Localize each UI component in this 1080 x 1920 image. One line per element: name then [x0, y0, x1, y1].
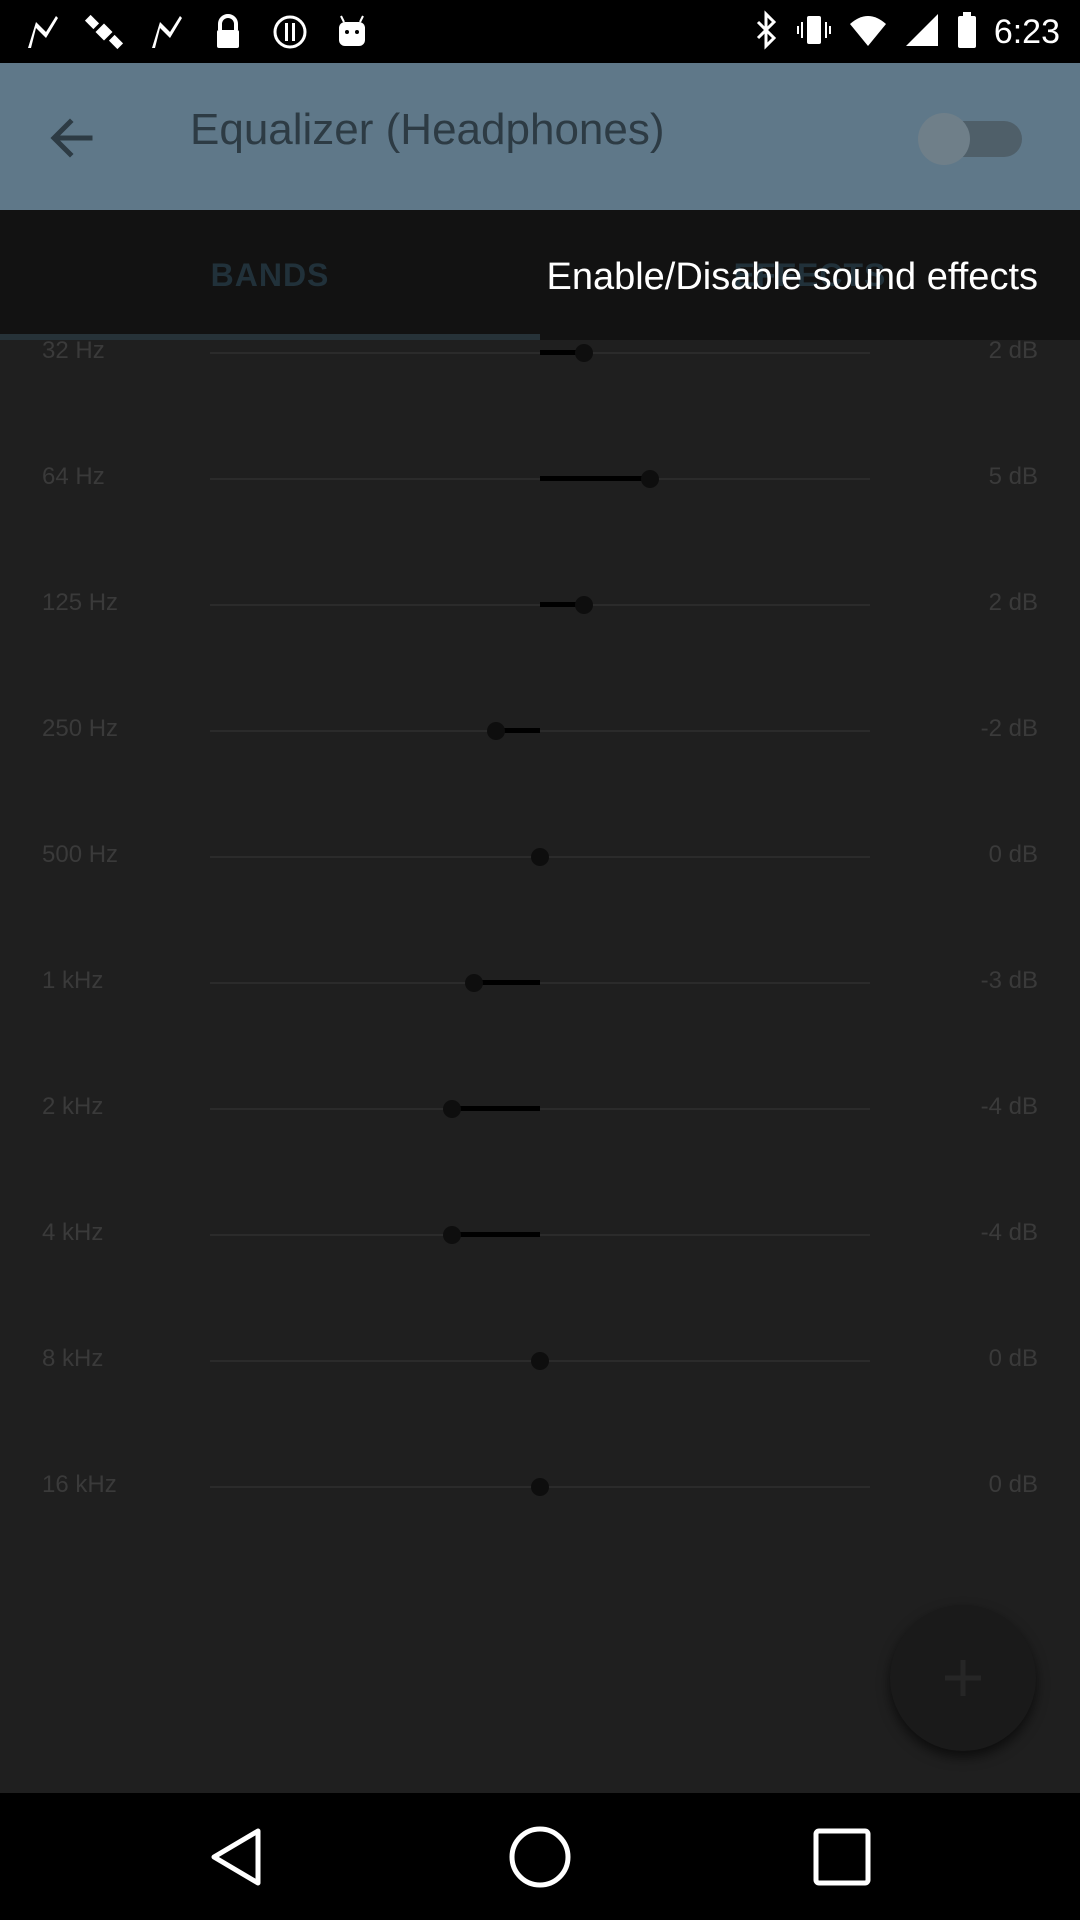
- band-slider-thumb[interactable]: [531, 1478, 549, 1496]
- page-title: Equalizer (Headphones): [190, 105, 665, 154]
- app-bar: Equalizer (Headphones): [0, 63, 1080, 210]
- navigation-bar: [0, 1793, 1080, 1920]
- band-frequency-label: 250 Hz: [42, 715, 119, 742]
- band-slider-thumb[interactable]: [443, 1226, 461, 1244]
- status-bar: 6:23: [0, 0, 1080, 63]
- band-gain-label: 0 dB: [988, 841, 1038, 868]
- band-row: 4 kHz -4 dB: [0, 1205, 1080, 1265]
- lock-icon: [208, 12, 248, 52]
- equalizer-toggle[interactable]: [918, 111, 1030, 167]
- add-preset-button[interactable]: [890, 1605, 1036, 1751]
- status-time: 6:23: [993, 12, 1060, 51]
- band-slider[interactable]: [210, 730, 870, 732]
- status-notification-icons: [22, 10, 372, 54]
- band-gain-label: 5 dB: [988, 463, 1038, 490]
- band-row: 32 Hz 2 dB: [0, 323, 1080, 383]
- band-frequency-label: 16 kHz: [42, 1471, 117, 1498]
- band-frequency-label: 2 kHz: [42, 1093, 104, 1120]
- band-gain-label: -3 dB: [980, 967, 1038, 994]
- band-slider-fill: [474, 980, 540, 985]
- band-gain-label: -2 dB: [980, 715, 1038, 742]
- band-row: 500 Hz 0 dB: [0, 827, 1080, 887]
- equalizer-screen: Equalizer (Headphones) BANDS EFFECTS Ena…: [0, 63, 1080, 1793]
- band-slider-thumb[interactable]: [575, 596, 593, 614]
- plus-icon: [945, 1660, 981, 1696]
- band-gain-label: -4 dB: [980, 1093, 1038, 1120]
- band-row: 16 kHz 0 dB: [0, 1457, 1080, 1517]
- band-slider-thumb[interactable]: [575, 344, 593, 362]
- android-icon: [332, 12, 372, 52]
- band-frequency-label: 125 Hz: [42, 589, 119, 616]
- fake-gps-icon: [22, 12, 62, 52]
- band-slider-fill: [452, 1106, 540, 1111]
- band-row: 8 kHz 0 dB: [0, 1331, 1080, 1391]
- signal-icon: [904, 10, 940, 55]
- band-slider-fill: [452, 1232, 540, 1237]
- band-frequency-label: 4 kHz: [42, 1219, 104, 1246]
- back-triangle-icon: [211, 1828, 261, 1886]
- band-slider[interactable]: [210, 982, 870, 984]
- nav-home-button[interactable]: [504, 1821, 576, 1893]
- tooltip-text: Enable/Disable sound effects: [546, 256, 1038, 298]
- band-frequency-label: 8 kHz: [42, 1345, 104, 1372]
- recents-square-icon: [813, 1828, 871, 1886]
- band-frequency-label: 500 Hz: [42, 841, 119, 868]
- band-row: 1 kHz -3 dB: [0, 953, 1080, 1013]
- band-frequency-label: 32 Hz: [42, 337, 105, 364]
- band-gain-label: 2 dB: [988, 589, 1038, 616]
- circle-i-icon: [270, 12, 310, 52]
- band-slider[interactable]: [210, 1108, 870, 1110]
- band-slider[interactable]: [210, 1234, 870, 1236]
- band-row: 125 Hz 2 dB: [0, 575, 1080, 635]
- vibrate-icon: [796, 10, 832, 55]
- band-row: 2 kHz -4 dB: [0, 1079, 1080, 1139]
- band-gain-label: 0 dB: [988, 1345, 1038, 1372]
- band-slider-fill: [540, 476, 650, 481]
- back-button[interactable]: [40, 106, 104, 170]
- arrow-left-icon: [50, 118, 93, 158]
- band-gain-label: 2 dB: [988, 337, 1038, 364]
- band-slider-thumb[interactable]: [443, 1100, 461, 1118]
- fake-gps-icon: [146, 12, 186, 52]
- nav-recents-button[interactable]: [806, 1821, 878, 1893]
- bluetooth-icon: [752, 9, 780, 55]
- wifi-icon: [848, 10, 888, 55]
- tab-bands[interactable]: BANDS: [0, 210, 540, 340]
- band-slider-thumb[interactable]: [465, 974, 483, 992]
- band-frequency-label: 1 kHz: [42, 967, 104, 994]
- band-slider-thumb[interactable]: [531, 1352, 549, 1370]
- satellite-icon: [84, 12, 124, 52]
- battery-icon: [956, 10, 978, 55]
- band-row: 250 Hz -2 dB: [0, 701, 1080, 761]
- band-slider-thumb[interactable]: [641, 470, 659, 488]
- band-slider-thumb[interactable]: [531, 848, 549, 866]
- nav-back-button[interactable]: [202, 1821, 274, 1893]
- band-frequency-label: 64 Hz: [42, 463, 105, 490]
- home-circle-icon: [509, 1826, 571, 1888]
- toggle-thumb: [918, 113, 970, 165]
- band-row: 64 Hz 5 dB: [0, 449, 1080, 509]
- band-gain-label: 0 dB: [988, 1471, 1038, 1498]
- band-slider-thumb[interactable]: [487, 722, 505, 740]
- status-system-icons: 6:23: [752, 9, 1060, 55]
- band-gain-label: -4 dB: [980, 1219, 1038, 1246]
